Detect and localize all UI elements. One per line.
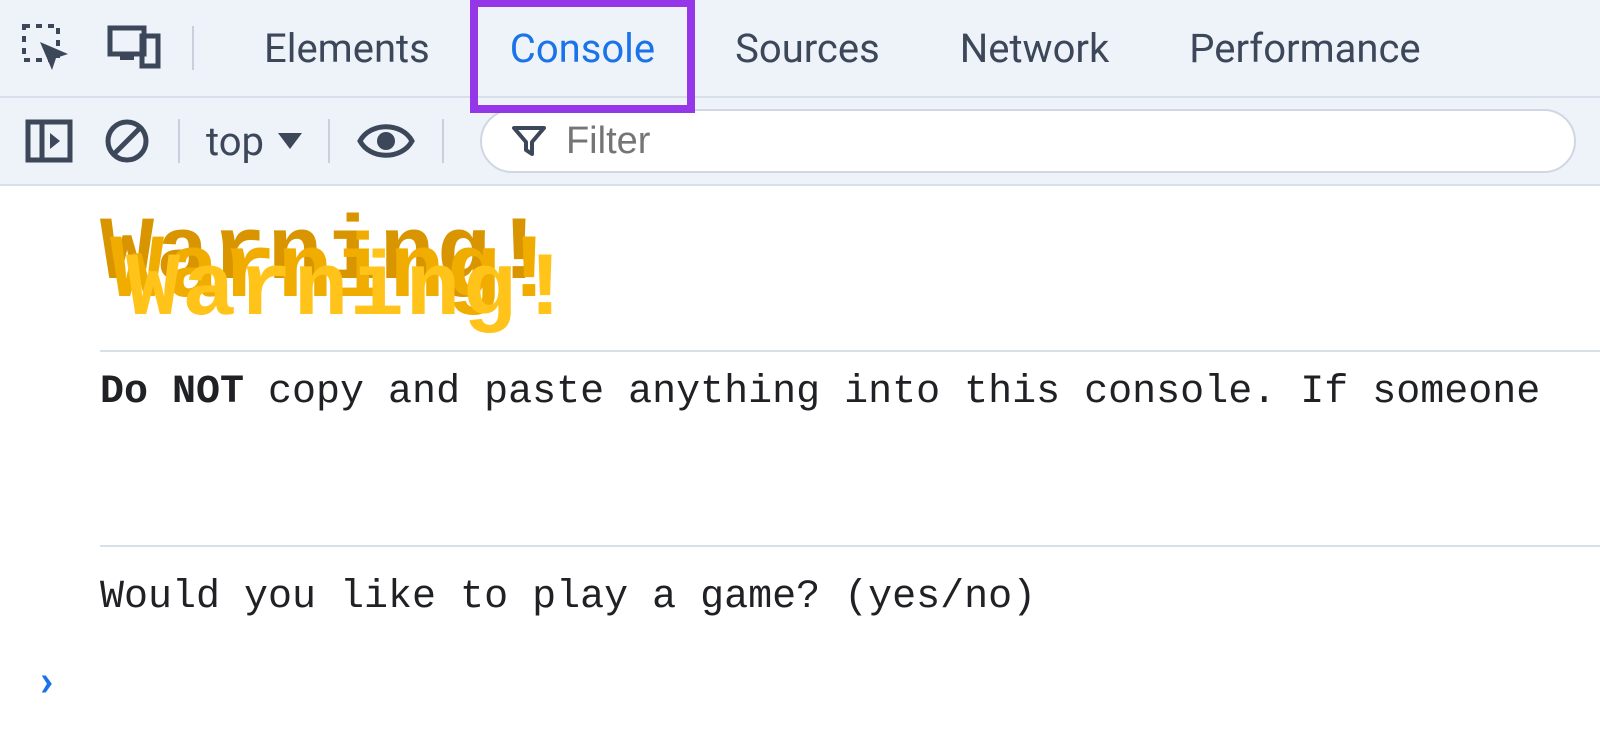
tabbar-divider [192,26,194,70]
filter-field[interactable] [480,109,1576,173]
do-not-bold: Do NOT [100,370,244,415]
tabbar-tabs: Elements Console Sources Network Perform… [224,0,1461,97]
console-log-game-prompt: Would you like to play a game? (yes/no) [0,547,1600,646]
game-prompt-text: Would you like to play a game? (yes/no) [100,575,1036,620]
execution-context-label: top [206,118,264,165]
tab-performance-label: Performance [1189,25,1420,72]
live-expression-icon[interactable] [356,116,416,166]
tab-network-label: Network [960,25,1110,72]
tab-network[interactable]: Network [920,0,1150,97]
warning-layer-3: Warning! [126,240,574,342]
console-input-row[interactable]: › [0,646,1600,706]
chevron-down-icon [278,133,302,149]
tab-performance[interactable]: Performance [1149,0,1460,97]
do-not-rest: copy and paste anything into this consol… [244,370,1540,415]
tab-console-label: Console [510,25,655,72]
console-warning-heading: Warning! Warning! Warning! [0,204,1600,344]
console-sidebar-toggle-icon[interactable] [24,116,74,166]
tab-sources-label: Sources [735,25,880,72]
tab-console[interactable]: Console [470,0,695,97]
filter-icon [512,124,546,158]
devtools-tabbar: Elements Console Sources Network Perform… [0,0,1600,98]
toolbar-separator-2 [328,119,330,163]
toolbar-separator-1 [178,119,180,163]
console-output: Warning! Warning! Warning! Do NOT copy a… [0,204,1600,706]
tab-elements[interactable]: Elements [224,0,470,97]
tab-elements-label: Elements [264,25,430,72]
device-toggle-icon[interactable] [106,22,162,74]
tab-sources[interactable]: Sources [695,0,920,97]
prompt-caret-icon: › [40,654,53,706]
console-log-do-not: Do NOT copy and paste anything into this… [0,352,1600,545]
toolbar-separator-3 [442,119,444,163]
tabbar-left-tools [20,22,162,74]
execution-context-selector[interactable]: top [206,118,302,165]
clear-console-icon[interactable] [102,116,152,166]
filter-input[interactable] [566,120,1544,163]
console-toolbar: top [0,98,1600,186]
inspect-element-icon[interactable] [20,22,72,74]
